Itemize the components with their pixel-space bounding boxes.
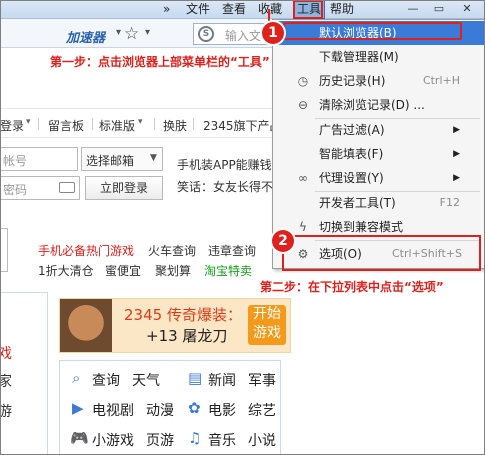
options-highlight <box>282 235 481 271</box>
grid-anime[interactable]: 动漫 <box>146 400 174 420</box>
chevron-down-icon: ▼ <box>150 153 157 163</box>
email-select-label: 选择邮箱 <box>86 154 135 168</box>
nav-separator <box>38 118 39 130</box>
nav-standard-version[interactable]: 标准版 <box>99 117 135 134</box>
tools-dropdown-menu: 默认浏览器(B) 下载管理器(M) ◷ 历史记录(H) Ctrl+H ⊖ 清除浏… <box>272 19 485 269</box>
grid-weather[interactable]: 天气 <box>132 370 160 390</box>
left-category-panel: 戏 家 游 <box>0 292 48 455</box>
step2-badge: 2 <box>272 230 294 252</box>
email-select[interactable]: 选择邮箱 ▼ <box>81 147 163 171</box>
tv-icon: ▶ <box>72 399 84 417</box>
grid-variety[interactable]: 综艺 <box>248 400 276 420</box>
grid-news[interactable]: 新闻 <box>208 370 236 390</box>
nav-products[interactable]: 2345旗下产品 <box>203 117 282 134</box>
grid-military[interactable]: 军事 <box>248 370 276 390</box>
step1-badge: 1 <box>262 22 284 44</box>
menu-item-ad-filter[interactable]: 广告过滤(A) ▶ <box>273 118 484 142</box>
nav-divider <box>0 108 272 109</box>
menu-bar: » 文件 查看 收藏 工具 帮助 — ▭ ✕ <box>0 0 485 19</box>
accelerator-dropdown-icon[interactable]: ▾ <box>116 27 121 38</box>
news-icon: ▤ <box>188 369 203 387</box>
accelerator-button[interactable]: 加速器 <box>66 27 105 46</box>
grid-novel[interactable]: 小说 <box>248 430 276 450</box>
character-portrait <box>60 299 112 352</box>
close-icon[interactable]: ✕ <box>460 2 474 16</box>
step1-instruction: 第一步：点击浏览器上部菜单栏的“工具” <box>50 55 270 69</box>
nav-version-caret-icon[interactable]: ▾ <box>138 117 143 127</box>
clock-icon: ◷ <box>297 74 309 88</box>
account-field[interactable]: 帐号 <box>0 147 78 171</box>
submenu-arrow-icon: ▶ <box>453 173 460 183</box>
film-icon: ✿ <box>188 399 201 417</box>
menu-item-devtools[interactable]: 开发者工具(T) F12 <box>273 191 484 215</box>
grid-query[interactable]: 查询 <box>92 370 120 390</box>
grid-minigames[interactable]: 小游戏 <box>92 430 134 450</box>
submenu-arrow-icon: ▶ <box>453 125 460 135</box>
password-field[interactable]: 密码 <box>0 176 80 200</box>
nav-separator <box>92 118 93 130</box>
nav-login[interactable]: 登录 <box>0 117 24 134</box>
quick-links-grid: ⌕ 查询 天气 ▤ 新闻 军事 ▶ 电视剧 动漫 ✿ 电影 综艺 🎮 小游戏 页… <box>59 360 281 455</box>
music-icon: ♫ <box>188 429 202 447</box>
step2-instruction: 第二步：在下拉列表中点击“选项” <box>260 280 444 294</box>
link-violation[interactable]: 违章查询 <box>208 242 256 259</box>
link-train[interactable]: 火车查询 <box>148 242 196 259</box>
password-placeholder: 密码 <box>3 183 28 197</box>
default-browser-highlight <box>283 22 462 40</box>
favorite-dropdown-icon[interactable]: ▾ <box>145 27 150 38</box>
gamepad-icon: 🎮 <box>70 429 89 447</box>
link-icon: ∞ <box>298 171 308 185</box>
nav-login-caret-icon[interactable]: ▾ <box>26 117 31 127</box>
submenu-arrow-icon: ▶ <box>453 149 460 159</box>
grid-webgames[interactable]: 页游 <box>146 430 174 450</box>
link-taobao[interactable]: 淘宝特卖 <box>204 262 252 279</box>
search-engine-logo-icon[interactable]: S <box>198 26 214 42</box>
maximize-icon[interactable]: ▭ <box>432 2 446 16</box>
left-item[interactable]: 家 <box>0 371 12 391</box>
grid-music[interactable]: 音乐 <box>208 430 236 450</box>
login-button[interactable]: 立即登录 <box>85 176 163 200</box>
link-juhuasuan[interactable]: 聚划算 <box>155 262 191 279</box>
menu-overflow-icon[interactable]: » <box>163 1 170 18</box>
promo-joke-link[interactable]: 笑话：女友长得不 <box>177 178 273 195</box>
start-game-button[interactable]: 开始游戏 <box>248 305 286 345</box>
left-edge-box <box>0 228 8 272</box>
nav-separator <box>154 118 155 130</box>
left-item[interactable]: 游 <box>0 401 12 421</box>
clear-icon: ⊖ <box>297 98 309 112</box>
grid-tv[interactable]: 电视剧 <box>92 400 134 420</box>
nav-divider <box>0 137 272 138</box>
menu-help[interactable]: 帮助 <box>330 1 354 18</box>
link-cheap[interactable]: 蜜便宜 <box>105 262 141 279</box>
search-icon: ⌕ <box>72 369 81 387</box>
menu-view[interactable]: 查看 <box>222 1 246 18</box>
tools-menu-highlight <box>293 0 323 19</box>
grid-movie[interactable]: 电影 <box>208 400 236 420</box>
banner-title: 2345 传奇爆装： <box>124 306 242 324</box>
nav-message-board[interactable]: 留言板 <box>48 117 84 134</box>
nav-separator <box>193 118 194 130</box>
search-placeholder: 输入文 <box>225 29 262 43</box>
keyboard-icon[interactable] <box>59 182 75 193</box>
menu-item-clear-history[interactable]: ⊖ 清除浏览记录(D) ... <box>273 93 484 117</box>
menu-file[interactable]: 文件 <box>186 1 210 18</box>
menu-item-proxy[interactable]: ∞ 代理设置(Y) ▶ <box>273 166 484 190</box>
promo-app-link[interactable]: 手机装APP能赚钱 <box>177 156 272 173</box>
menu-item-autofill[interactable]: 智能填表(F) ▶ <box>273 142 484 166</box>
minimize-icon[interactable]: — <box>406 2 420 16</box>
menu-item-download-manager[interactable]: 下载管理器(M) <box>273 45 484 69</box>
account-placeholder: 帐号 <box>3 154 28 168</box>
link-hot-games[interactable]: 手机必备热门游戏 <box>38 242 134 259</box>
banner-subtitle: +13 屠龙刀 <box>146 327 228 345</box>
left-item[interactable]: 戏 <box>0 343 12 363</box>
star-favorite-icon[interactable]: ☆ <box>124 24 139 44</box>
link-clearance[interactable]: 1折大清仓 <box>38 262 94 279</box>
menu-item-history[interactable]: ◷ 历史记录(H) Ctrl+H <box>273 69 484 93</box>
nav-change-skin[interactable]: 换肤 <box>163 117 187 134</box>
